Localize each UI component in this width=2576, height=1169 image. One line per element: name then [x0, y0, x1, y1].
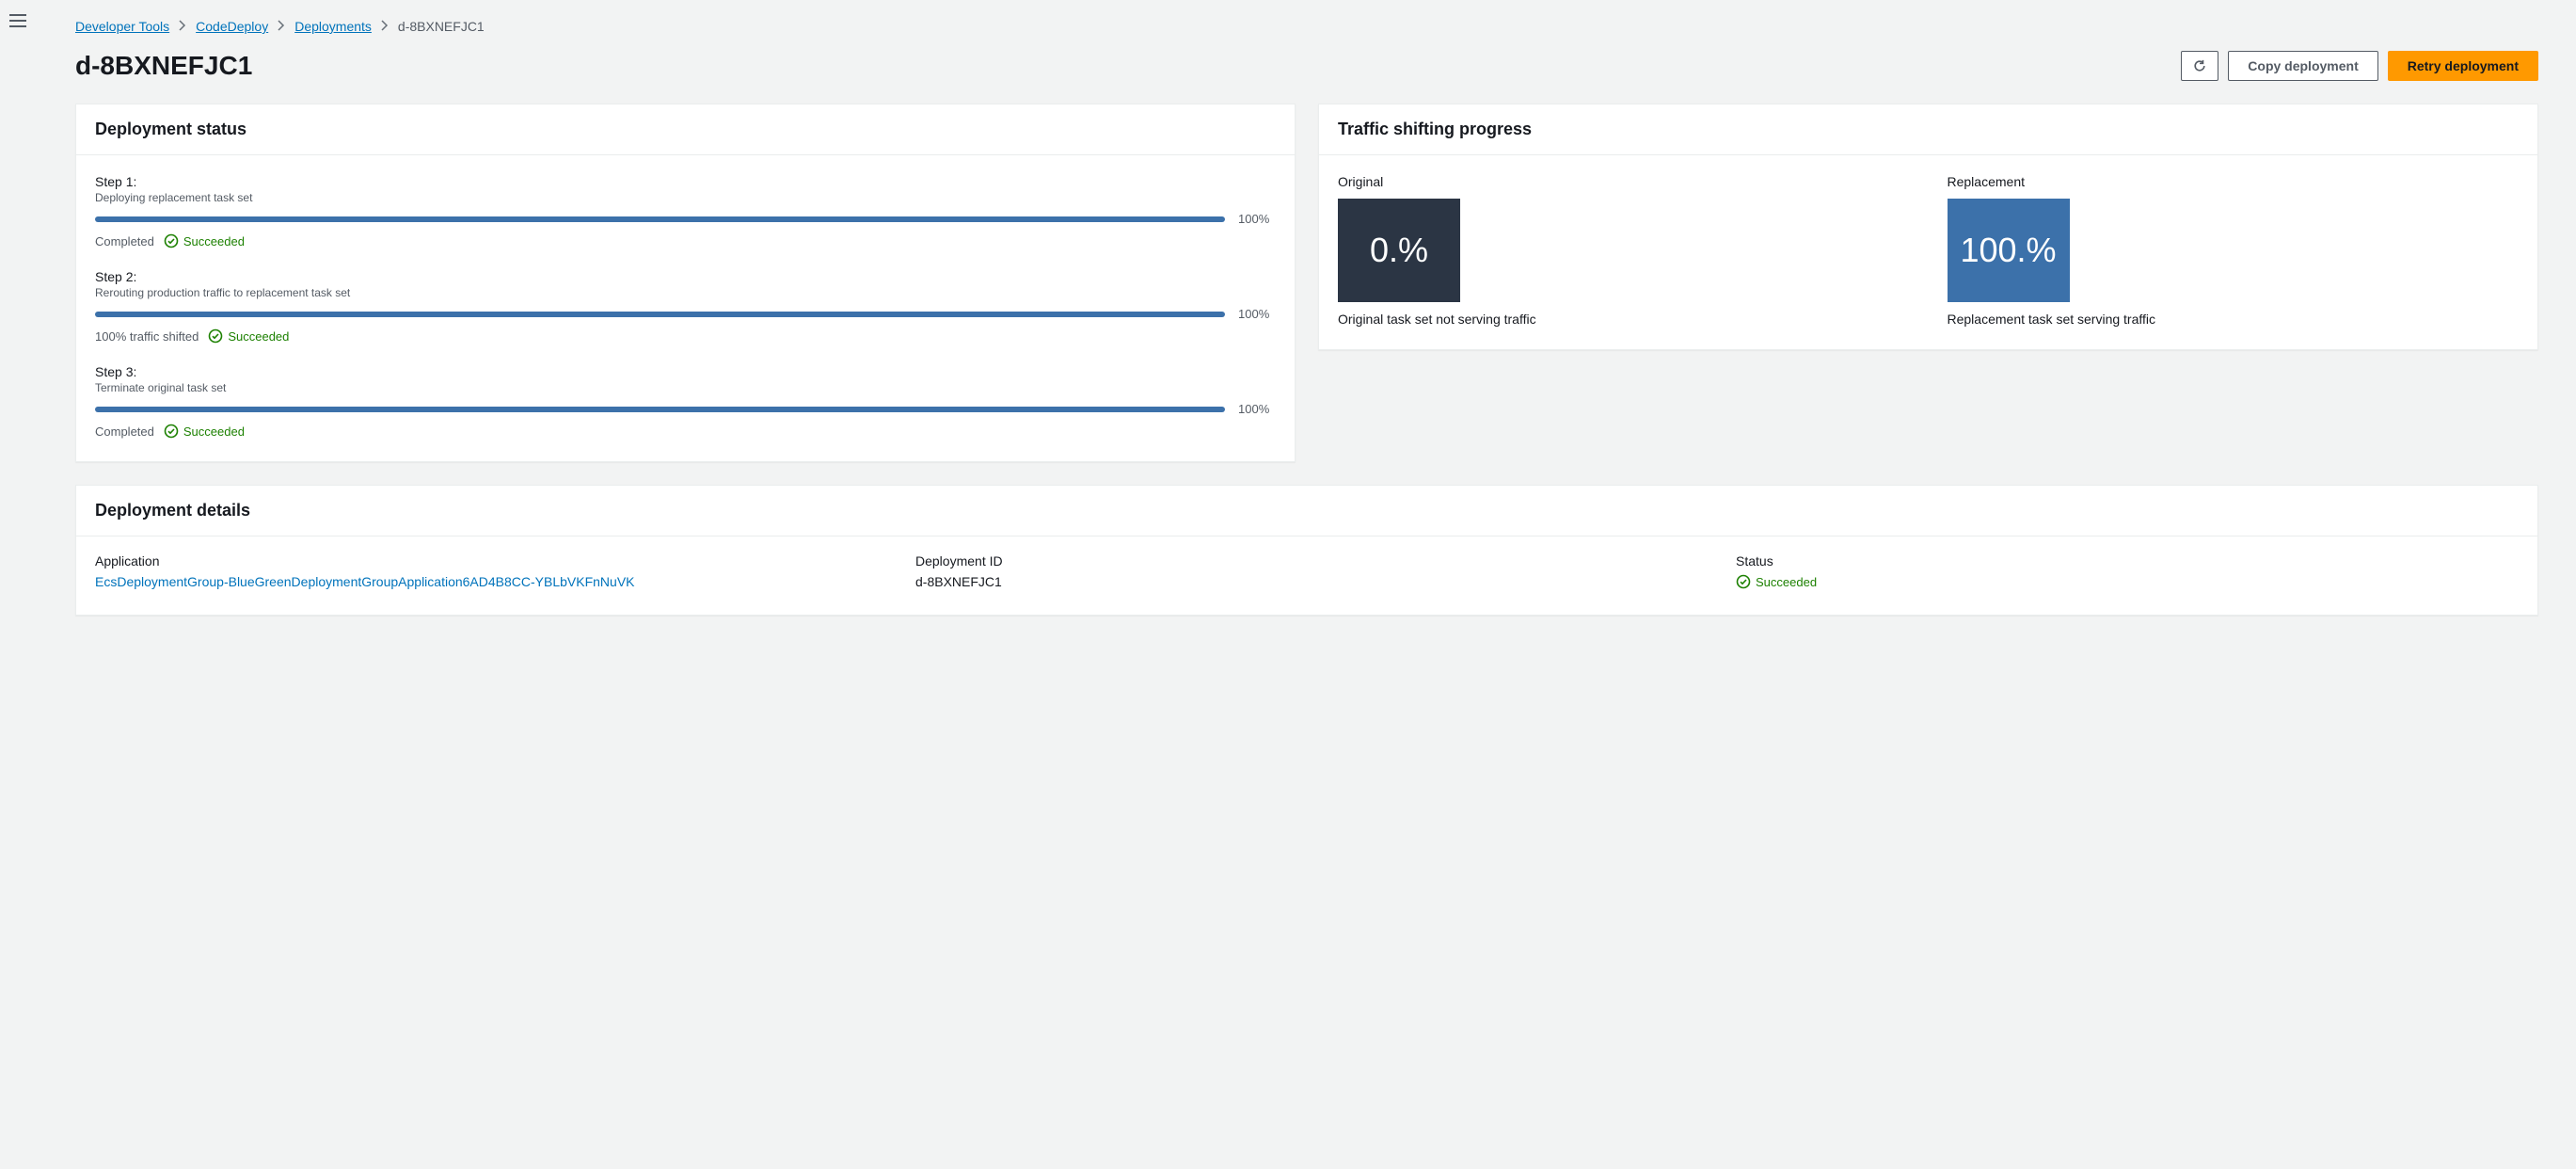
detail-deployment-id: Deployment ID d-8BXNEFJC1 [915, 553, 1698, 592]
status-badge: Succeeded [208, 328, 289, 344]
step-status-text: 100% traffic shifted [95, 329, 199, 344]
breadcrumb-link-developer-tools[interactable]: Developer Tools [75, 19, 169, 34]
chevron-right-icon [381, 19, 389, 34]
progress-percent: 100% [1238, 307, 1276, 321]
step-description: Rerouting production traffic to replacem… [95, 286, 1276, 299]
traffic-original-caption: Original task set not serving traffic [1338, 312, 1910, 327]
check-circle-icon [1736, 574, 1751, 589]
step-status-text: Completed [95, 424, 154, 439]
traffic-shifting-panel: Traffic shifting progress Original 0.% O… [1318, 104, 2538, 350]
check-circle-icon [164, 424, 179, 439]
check-circle-icon [164, 233, 179, 248]
refresh-icon [2193, 58, 2206, 73]
detail-deployment-id-value: d-8BXNEFJC1 [915, 574, 1698, 589]
breadcrumb: Developer Tools CodeDeploy Deployments d… [75, 19, 2538, 34]
step-title: Step 1: [95, 174, 1276, 189]
detail-status: Status Succeeded [1736, 553, 2519, 592]
deployment-step: Step 2: Rerouting production traffic to … [95, 269, 1276, 344]
deployment-status-title: Deployment status [95, 120, 1276, 139]
copy-deployment-button[interactable]: Copy deployment [2228, 51, 2377, 81]
step-description: Deploying replacement task set [95, 191, 1276, 204]
traffic-replacement-value: 100.% [1948, 199, 2070, 302]
status-badge: Succeeded [164, 233, 245, 248]
detail-deployment-id-label: Deployment ID [915, 553, 1698, 568]
detail-status-label: Status [1736, 553, 2519, 568]
traffic-original-label: Original [1338, 174, 1910, 189]
traffic-replacement-caption: Replacement task set serving traffic [1948, 312, 2520, 327]
step-title: Step 2: [95, 269, 1276, 284]
traffic-original: Original 0.% Original task set not servi… [1338, 174, 1910, 327]
deployment-details-title: Deployment details [95, 501, 2519, 520]
traffic-replacement-label: Replacement [1948, 174, 2520, 189]
chevron-right-icon [278, 19, 285, 34]
step-description: Terminate original task set [95, 381, 1276, 394]
retry-deployment-button[interactable]: Retry deployment [2388, 51, 2538, 81]
progress-percent: 100% [1238, 402, 1276, 416]
check-circle-icon [208, 328, 223, 344]
progress-bar [95, 312, 1225, 317]
deployment-details-panel: Deployment details Application EcsDeploy… [75, 485, 2538, 616]
progress-percent: 100% [1238, 212, 1276, 226]
step-status-text: Completed [95, 234, 154, 248]
traffic-shifting-title: Traffic shifting progress [1338, 120, 2519, 139]
status-badge: Succeeded [164, 424, 245, 439]
progress-bar [95, 407, 1225, 412]
traffic-replacement: Replacement 100.% Replacement task set s… [1948, 174, 2520, 327]
deployment-step: Step 1: Deploying replacement task set 1… [95, 174, 1276, 248]
breadcrumb-link-codedeploy[interactable]: CodeDeploy [196, 19, 268, 34]
breadcrumb-current: d-8BXNEFJC1 [398, 19, 485, 34]
detail-application-link[interactable]: EcsDeploymentGroup-BlueGreenDeploymentGr… [95, 574, 878, 589]
chevron-right-icon [179, 19, 186, 34]
progress-bar [95, 216, 1225, 222]
traffic-original-value: 0.% [1338, 199, 1460, 302]
status-badge: Succeeded [1736, 574, 1817, 589]
page-title: d-8BXNEFJC1 [75, 51, 252, 81]
hamburger-menu-icon[interactable] [9, 9, 32, 32]
detail-application-label: Application [95, 553, 878, 568]
refresh-button[interactable] [2181, 51, 2218, 81]
deployment-step: Step 3: Terminate original task set 100%… [95, 364, 1276, 439]
deployment-status-panel: Deployment status Step 1: Deploying repl… [75, 104, 1296, 462]
action-buttons: Copy deployment Retry deployment [2181, 51, 2538, 81]
breadcrumb-link-deployments[interactable]: Deployments [294, 19, 372, 34]
step-title: Step 3: [95, 364, 1276, 379]
detail-application: Application EcsDeploymentGroup-BlueGreen… [95, 553, 878, 592]
